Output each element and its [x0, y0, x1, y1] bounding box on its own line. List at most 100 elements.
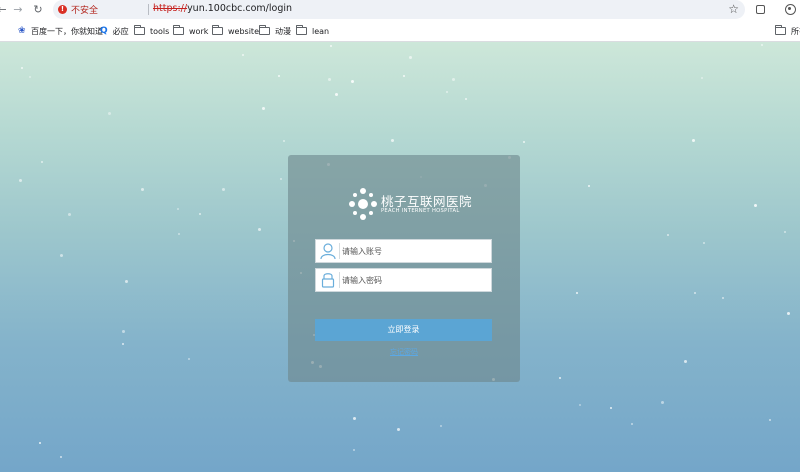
omnibox-divider: [148, 4, 149, 15]
bookmark-star-icon[interactable]: ☆: [728, 2, 739, 16]
warning-icon: !: [58, 5, 67, 14]
bookmark-folder-website[interactable]: website: [211, 24, 259, 38]
bookmark-label: tools: [150, 26, 170, 36]
snowflake: [108, 112, 111, 115]
snowflake: [19, 179, 22, 182]
field-divider: [339, 272, 340, 288]
snowflake: [60, 254, 63, 257]
bookmark-label: work: [189, 26, 209, 36]
snowflake: [667, 234, 669, 236]
folder-icon: [133, 25, 145, 35]
snowflake: [694, 292, 696, 294]
login-page-background: 桃子互联网医院 PEACH INTERNET HOSPITAL 立即登录 忘记密…: [0, 42, 800, 472]
folder-icon: [258, 25, 270, 35]
login-card: 桃子互联网医院 PEACH INTERNET HOSPITAL 立即登录 忘记密…: [288, 155, 520, 382]
snowflake: [122, 343, 124, 345]
snowflake: [353, 449, 355, 451]
snowflake: [60, 456, 62, 458]
snowflake: [754, 204, 757, 207]
snowflake: [178, 233, 180, 235]
peach-logo-icon: [349, 188, 377, 220]
snowflake: [335, 93, 338, 96]
snowflake: [523, 141, 525, 143]
username-input[interactable]: [342, 242, 487, 260]
bookmark-label: lean: [312, 26, 330, 36]
lock-icon: [321, 273, 335, 288]
snowflake: [787, 312, 790, 315]
snowflake: [177, 208, 179, 210]
snowflake: [701, 77, 703, 79]
snowflake: [761, 44, 763, 46]
password-input[interactable]: [342, 271, 487, 289]
bookmark-bing[interactable]: Q 必应: [100, 24, 129, 38]
snowflake: [397, 428, 400, 431]
folder-icon: [774, 25, 786, 35]
snowflake: [141, 188, 144, 191]
snowflake: [588, 185, 590, 187]
snowflake: [199, 213, 201, 215]
hospital-logo: 桃子互联网医院 PEACH INTERNET HOSPITAL: [348, 187, 472, 221]
snowflake: [661, 401, 664, 404]
browser-toolbar: ← → ↻ ! 不安全 https://yun.100cbc.com/login…: [0, 0, 800, 20]
snowflake: [122, 330, 125, 333]
bookmark-folder-all[interactable]: 所有: [774, 24, 800, 38]
bookmark-folder-tools[interactable]: tools: [133, 24, 170, 38]
field-divider: [339, 243, 340, 259]
folder-icon: [295, 25, 307, 35]
snowflake: [409, 56, 412, 59]
snowflake: [29, 76, 31, 78]
snowflake: [41, 161, 43, 163]
username-field[interactable]: [315, 239, 492, 263]
snowflake: [188, 358, 190, 360]
bookmarks-bar: ❀ 百度一下，你就知道 Q 必应 tools work website 动漫 l…: [0, 20, 800, 42]
bookmark-folder-anime[interactable]: 动漫: [258, 24, 291, 38]
snowflake: [703, 242, 705, 244]
password-field[interactable]: [315, 268, 492, 292]
forward-icon[interactable]: →: [10, 2, 26, 18]
snowflake: [610, 407, 612, 409]
back-icon[interactable]: ←: [0, 2, 10, 18]
snowflake: [328, 78, 331, 81]
snowflake: [125, 280, 128, 283]
bing-search-icon: Q: [100, 26, 108, 36]
bookmark-label: website: [228, 26, 259, 36]
snowflake: [446, 91, 448, 93]
snowflake: [258, 228, 261, 231]
url-host-path: yun.100cbc.com/login: [187, 3, 293, 14]
not-secure-chip[interactable]: ! 不安全: [58, 3, 98, 16]
bookmark-label: 百度一下，你就知道: [31, 26, 103, 36]
profile-avatar-icon[interactable]: [782, 2, 798, 18]
snowflake: [351, 80, 354, 83]
login-button[interactable]: 立即登录: [315, 319, 492, 341]
bookmark-folder-lean[interactable]: lean: [295, 24, 330, 38]
user-icon: [320, 243, 336, 260]
forgot-password-link[interactable]: 忘记密码: [288, 347, 520, 357]
not-secure-label: 不安全: [71, 6, 99, 16]
snowflake: [403, 75, 405, 77]
snowflake: [769, 419, 771, 421]
snowflake: [353, 417, 356, 420]
snowflake: [280, 178, 282, 180]
snowflake: [21, 67, 23, 69]
snowflake: [465, 98, 467, 100]
snowflake: [39, 442, 41, 444]
snowflake: [391, 139, 394, 142]
snowflake: [222, 188, 225, 191]
bookmark-label: 所有: [791, 26, 800, 36]
bookmark-folder-work[interactable]: work: [172, 24, 209, 38]
baidu-paw-icon: ❀: [18, 25, 26, 36]
url-scheme: https://: [153, 3, 188, 14]
snowflake: [452, 78, 455, 81]
folder-icon: [211, 25, 223, 35]
snowflake: [262, 107, 265, 110]
snowflake: [684, 360, 687, 363]
reload-icon[interactable]: ↻: [30, 2, 46, 18]
url-text[interactable]: https://yun.100cbc.com/login: [153, 3, 292, 14]
extensions-icon[interactable]: [752, 2, 768, 18]
bookmark-baidu[interactable]: ❀ 百度一下，你就知道: [18, 24, 103, 38]
snowflake: [278, 75, 280, 77]
snowflake: [579, 404, 581, 406]
hospital-name-english: PEACH INTERNET HOSPITAL: [381, 208, 460, 214]
snowflake: [631, 423, 633, 425]
address-bar[interactable]: ! 不安全 https://yun.100cbc.com/login ☆: [53, 0, 745, 19]
